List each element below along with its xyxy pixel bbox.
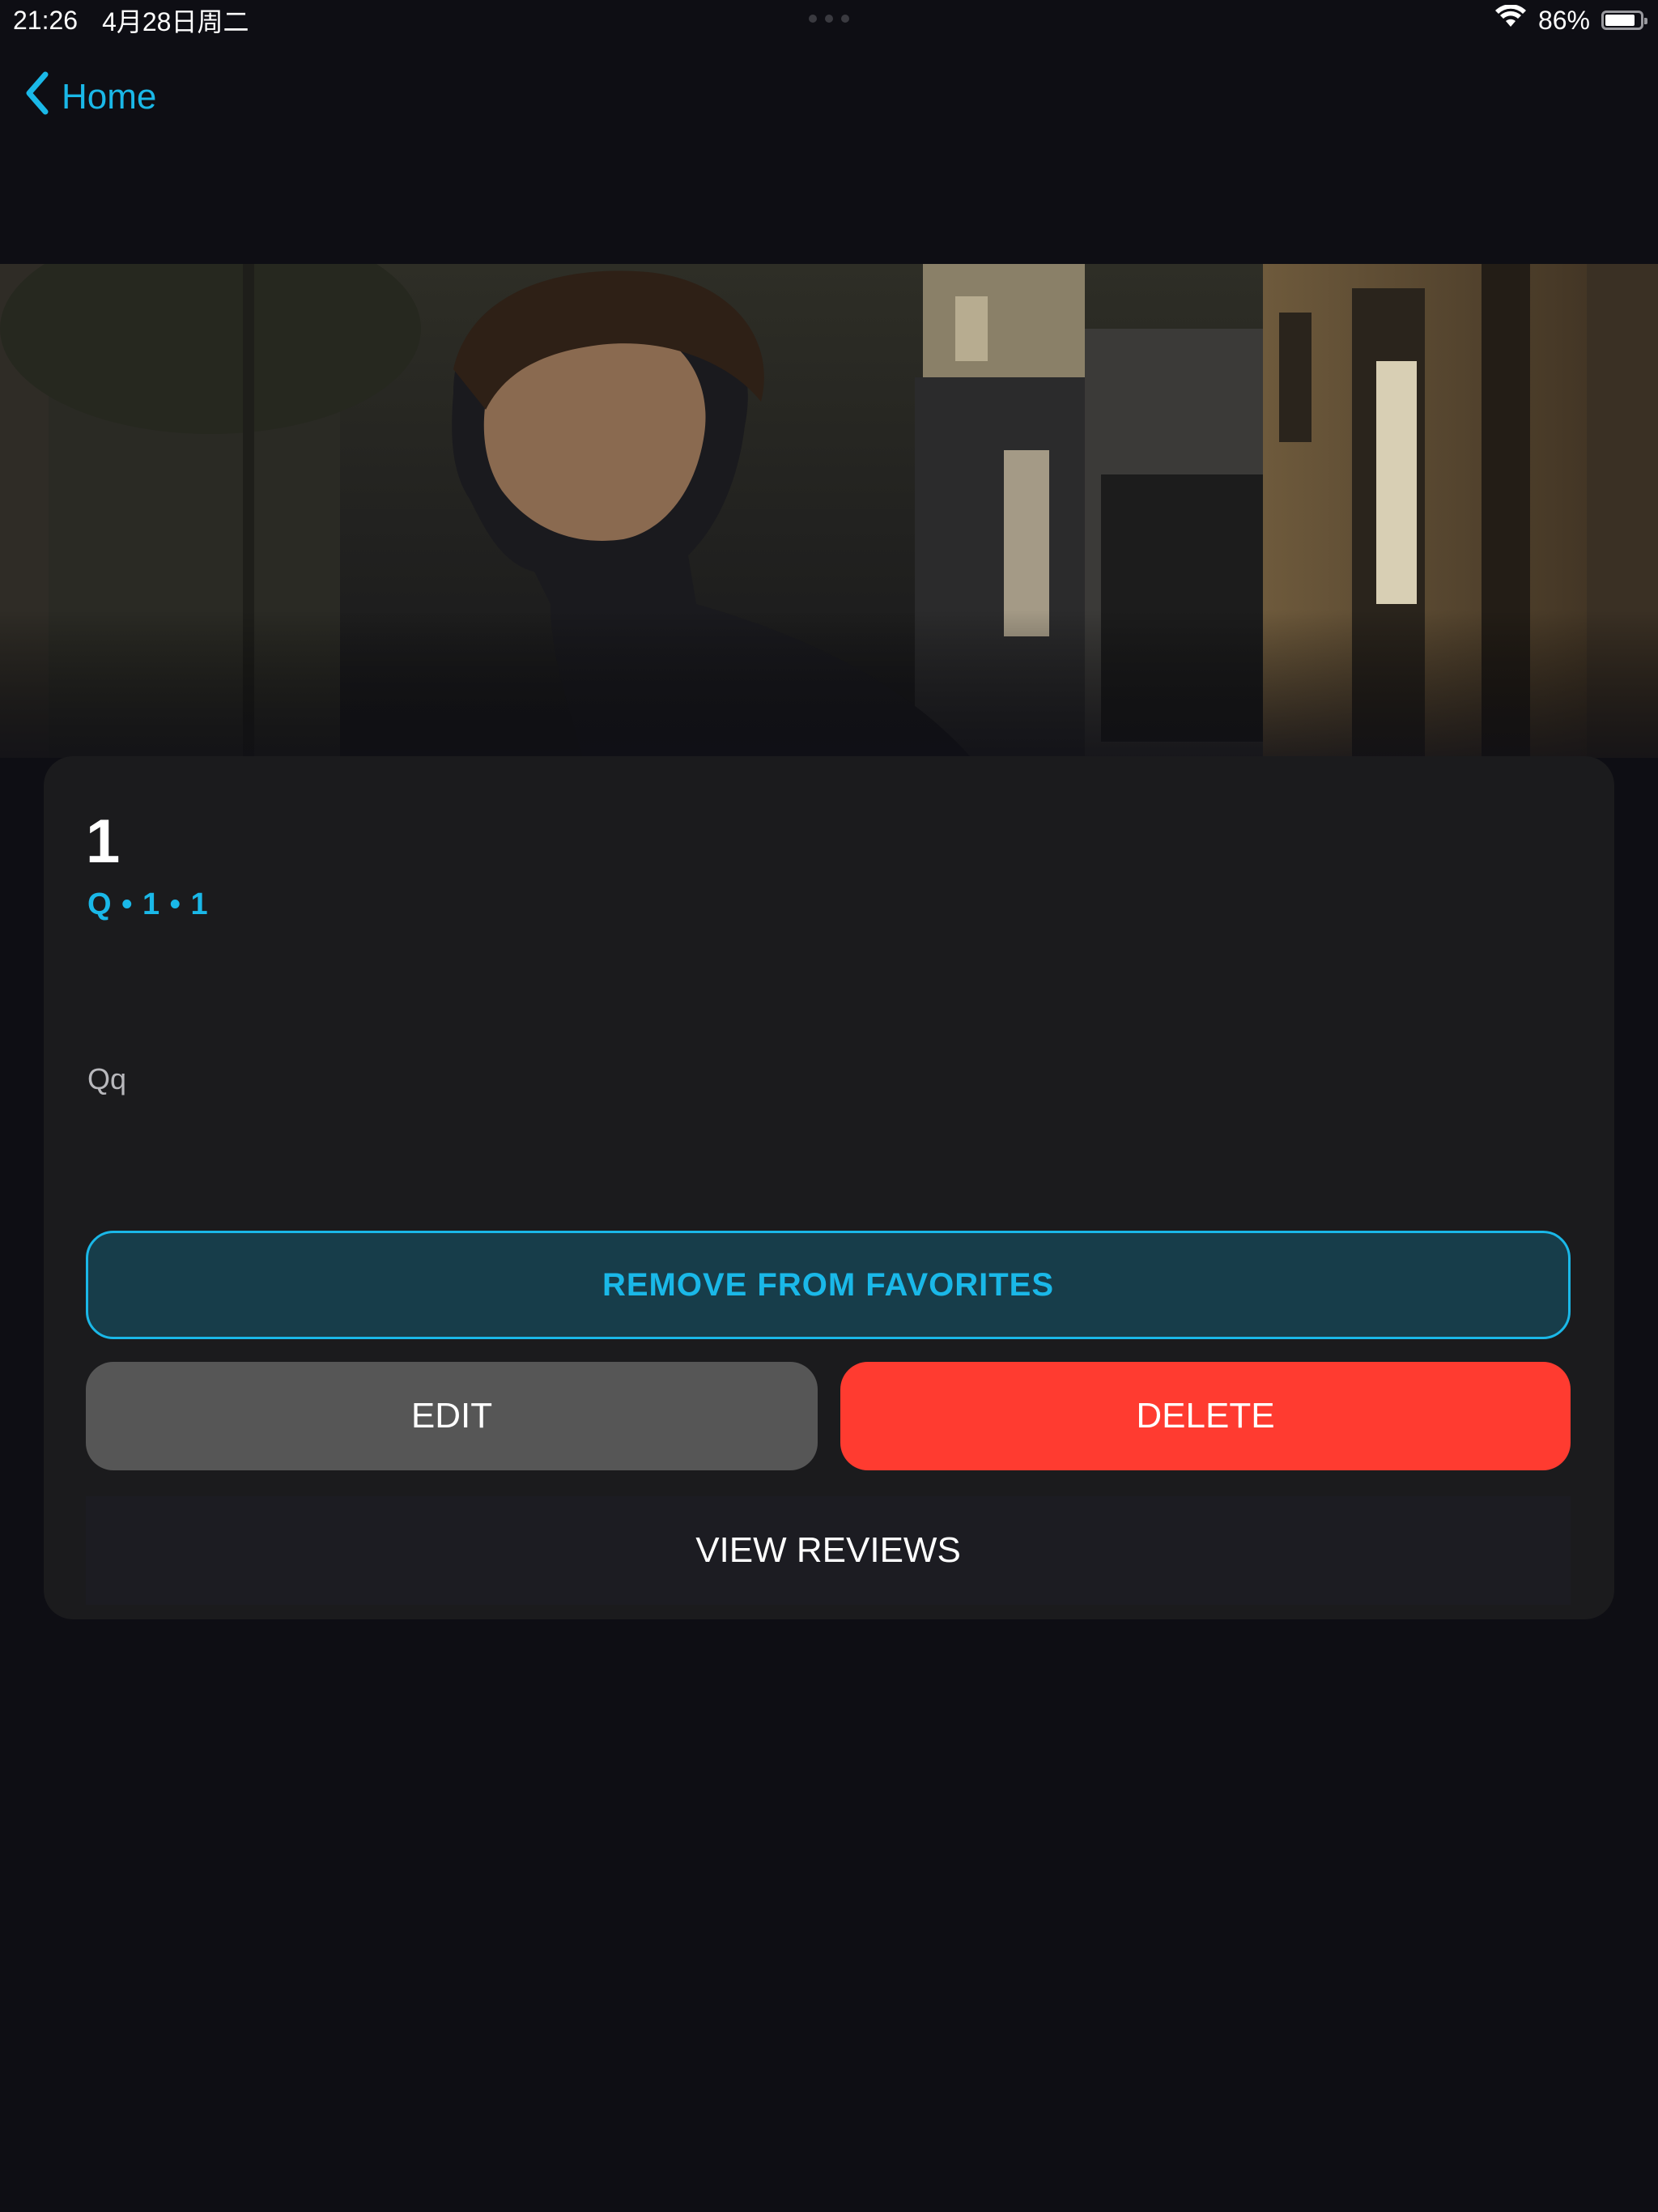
- battery-icon: [1601, 11, 1647, 30]
- chevron-left-icon: [24, 71, 50, 124]
- item-title: 1: [86, 807, 121, 876]
- back-label: Home: [62, 77, 157, 117]
- wifi-icon: [1494, 4, 1527, 36]
- item-meta: Q • 1 • 1: [87, 887, 209, 921]
- item-description: Qq: [87, 1062, 127, 1095]
- view-reviews-button[interactable]: VIEW REVIEWS: [86, 1496, 1571, 1605]
- back-button[interactable]: Home: [24, 71, 156, 123]
- status-indicators: 86%: [1494, 0, 1647, 40]
- multitasking-dots[interactable]: [809, 15, 849, 23]
- detail-card: 1 Q • 1 • 1 Qq REMOVE FROM FAVORITES EDI…: [44, 756, 1614, 1619]
- remove-from-favorites-button[interactable]: REMOVE FROM FAVORITES: [86, 1231, 1571, 1339]
- battery-percent: 86%: [1537, 5, 1590, 35]
- status-time: 21:26: [13, 5, 79, 35]
- battery-level: [1605, 15, 1635, 26]
- cover-image: [0, 264, 1658, 758]
- edit-button[interactable]: EDIT: [86, 1362, 818, 1470]
- status-date: 4月28日周二: [102, 7, 249, 36]
- delete-button[interactable]: DELETE: [840, 1362, 1571, 1470]
